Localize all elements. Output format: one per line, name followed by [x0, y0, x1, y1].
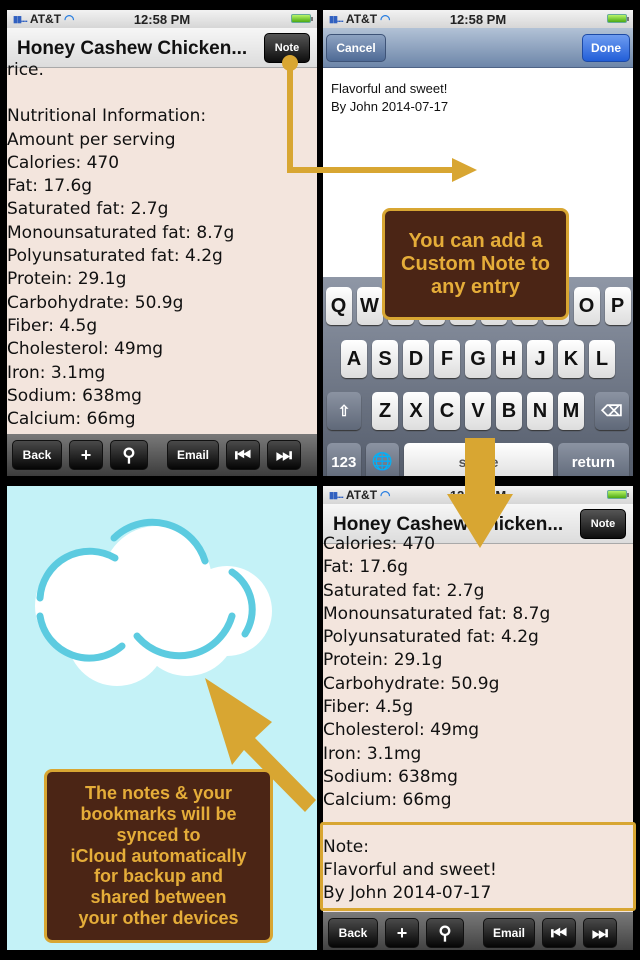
shift-key[interactable]: ⇧	[327, 392, 361, 430]
nutrition-line: Iron: 3.1mg	[323, 743, 422, 764]
space-key[interactable]: space	[404, 443, 553, 476]
callout-line: You can add a	[408, 229, 543, 252]
key-s[interactable]: S	[372, 340, 398, 378]
key-q[interactable]: Q	[325, 287, 352, 325]
note-line: By John 2014-07-17	[331, 99, 449, 114]
nutrition-line: Fiber: 4.5g	[323, 697, 414, 718]
done-button[interactable]: Done	[582, 34, 630, 62]
clock: 12:58 PM	[449, 488, 507, 503]
recipe-content[interactable]: rice. Nutritional Information: Amount per…	[7, 59, 317, 431]
key-m[interactable]: M	[558, 392, 584, 430]
key-v[interactable]: V	[465, 392, 491, 430]
nutrition-line: Monounsaturated fat: 8.7g	[323, 603, 551, 624]
nutrition-line: Cholesterol: 49mg	[323, 720, 480, 741]
nutrition-line: Nutritional Information:	[7, 106, 207, 127]
partial-line: rice.	[7, 60, 44, 80]
key-f[interactable]: F	[434, 340, 460, 378]
callout-line: for backup and	[93, 866, 223, 887]
add-icon[interactable]: +	[385, 918, 419, 948]
note-textarea[interactable]: Flavorful and sweet! By John 2014-07-17	[331, 80, 448, 116]
callout-line: iCloud automatically	[70, 845, 247, 866]
nutrition-line: Saturated fat: 2.7g	[323, 580, 485, 601]
back-button[interactable]: Back	[12, 440, 62, 470]
key-o[interactable]: O	[573, 287, 600, 325]
nutrition-line: Sodium: 638mg	[7, 385, 142, 406]
key-w[interactable]: W	[356, 287, 383, 325]
key-p[interactable]: P	[604, 287, 631, 325]
nutrition-line: Carbohydrate: 50.9g	[7, 292, 184, 313]
previous-icon[interactable]: ⏮	[542, 918, 576, 948]
callout-line: any entry	[431, 275, 520, 298]
previous-icon[interactable]: ⏮	[226, 440, 260, 470]
status-bar: ▮▮.... AT&T ◠ 12:58 PM	[7, 10, 317, 28]
key-h[interactable]: H	[496, 340, 522, 378]
callout-line: synced to	[116, 824, 201, 845]
status-bar: ▮▮.... AT&T ◠ 12:58 PM	[323, 486, 633, 504]
nutrition-line: Monounsaturated fat: 8.7g	[7, 222, 235, 243]
editor-nav-bar: Cancel Done	[323, 28, 633, 68]
key-c[interactable]: C	[434, 392, 460, 430]
nutrition-line: Fat: 17.6g	[323, 557, 409, 578]
numbers-key[interactable]: 123	[327, 443, 361, 476]
key-x[interactable]: X	[403, 392, 429, 430]
back-button[interactable]: Back	[328, 918, 378, 948]
note-highlight-box	[320, 822, 636, 911]
key-d[interactable]: D	[403, 340, 429, 378]
battery-icon	[607, 14, 629, 23]
nutrition-line: Protein: 29.1g	[323, 650, 443, 671]
next-icon[interactable]: ⏭	[267, 440, 301, 470]
recipe-screen: ▮▮.... AT&T ◠ 12:58 PM Honey Cashew Chicke…	[7, 10, 317, 476]
bottom-toolbar: Back + ⚲ Email ⏮ ⏭	[7, 434, 317, 476]
nutrition-line: Sodium: 638mg	[323, 766, 458, 787]
callout-line: your other devices	[78, 907, 239, 928]
icloud-callout: The notes & your bookmarks will be synced …	[44, 769, 273, 943]
recipe-title: Honey Cashew Chicken...	[17, 38, 248, 59]
nutrition-line: Carbohydrate: 50.9g	[323, 673, 500, 694]
search-icon[interactable]: ⚲	[426, 918, 464, 948]
key-b[interactable]: B	[496, 392, 522, 430]
nutrition-line: Calcium: 66mg	[323, 790, 452, 811]
nutrition-line: Polyunsaturated fat: 4.2g	[323, 627, 539, 648]
key-n[interactable]: N	[527, 392, 553, 430]
callout-line: The notes & your	[84, 783, 232, 804]
add-icon[interactable]: +	[69, 440, 103, 470]
clock: 12:58 PM	[449, 12, 507, 27]
custom-note-callout: You can add a Custom Note to any entry	[382, 208, 569, 320]
bottom-toolbar: Back + ⚲ Email ⏮ ⏭	[323, 912, 633, 950]
nutrition-line: Protein: 29.1g	[7, 269, 127, 290]
return-key[interactable]: return	[557, 443, 629, 476]
email-button[interactable]: Email	[483, 918, 535, 948]
nutrition-line: Polyunsaturated fat: 4.2g	[7, 246, 223, 267]
nutrition-line: Fiber: 4.5g	[7, 315, 98, 336]
callout-line: bookmarks will be	[80, 804, 237, 824]
key-z[interactable]: Z	[372, 392, 398, 430]
key-k[interactable]: K	[558, 340, 584, 378]
clock: 12:58 PM	[133, 12, 191, 27]
callout-line: Custom Note to	[401, 252, 550, 275]
key-l[interactable]: L	[589, 340, 615, 378]
nutrition-line: Fat: 17.6g	[7, 176, 93, 197]
partial-line: Calories: 470	[323, 534, 436, 554]
nutrition-line: Saturated fat: 2.7g	[7, 199, 169, 220]
status-bar: ▮▮.... AT&T ◠ 12:58 PM	[323, 10, 633, 28]
key-j[interactable]: J	[527, 340, 553, 378]
battery-icon	[291, 14, 313, 23]
nutrition-line: Iron: 3.1mg	[7, 362, 106, 383]
cancel-button[interactable]: Cancel	[326, 34, 386, 62]
note-line: Flavorful and sweet!	[331, 81, 448, 96]
key-a[interactable]: A	[341, 340, 367, 378]
nutrition-line: Amount per serving	[7, 129, 176, 150]
delete-key[interactable]: ⌫	[595, 392, 629, 430]
callout-line: shared between	[90, 887, 227, 908]
globe-icon[interactable]: 🌐	[365, 443, 400, 476]
next-icon[interactable]: ⏭	[583, 918, 617, 948]
nutrition-line: Calories: 470	[7, 152, 120, 173]
key-g[interactable]: G	[465, 340, 491, 378]
nutrition-line: Calcium: 66mg	[7, 409, 136, 430]
email-button[interactable]: Email	[167, 440, 219, 470]
nutrition-line: Cholesterol: 49mg	[7, 339, 164, 360]
search-icon[interactable]: ⚲	[110, 440, 148, 470]
battery-icon	[607, 490, 629, 499]
